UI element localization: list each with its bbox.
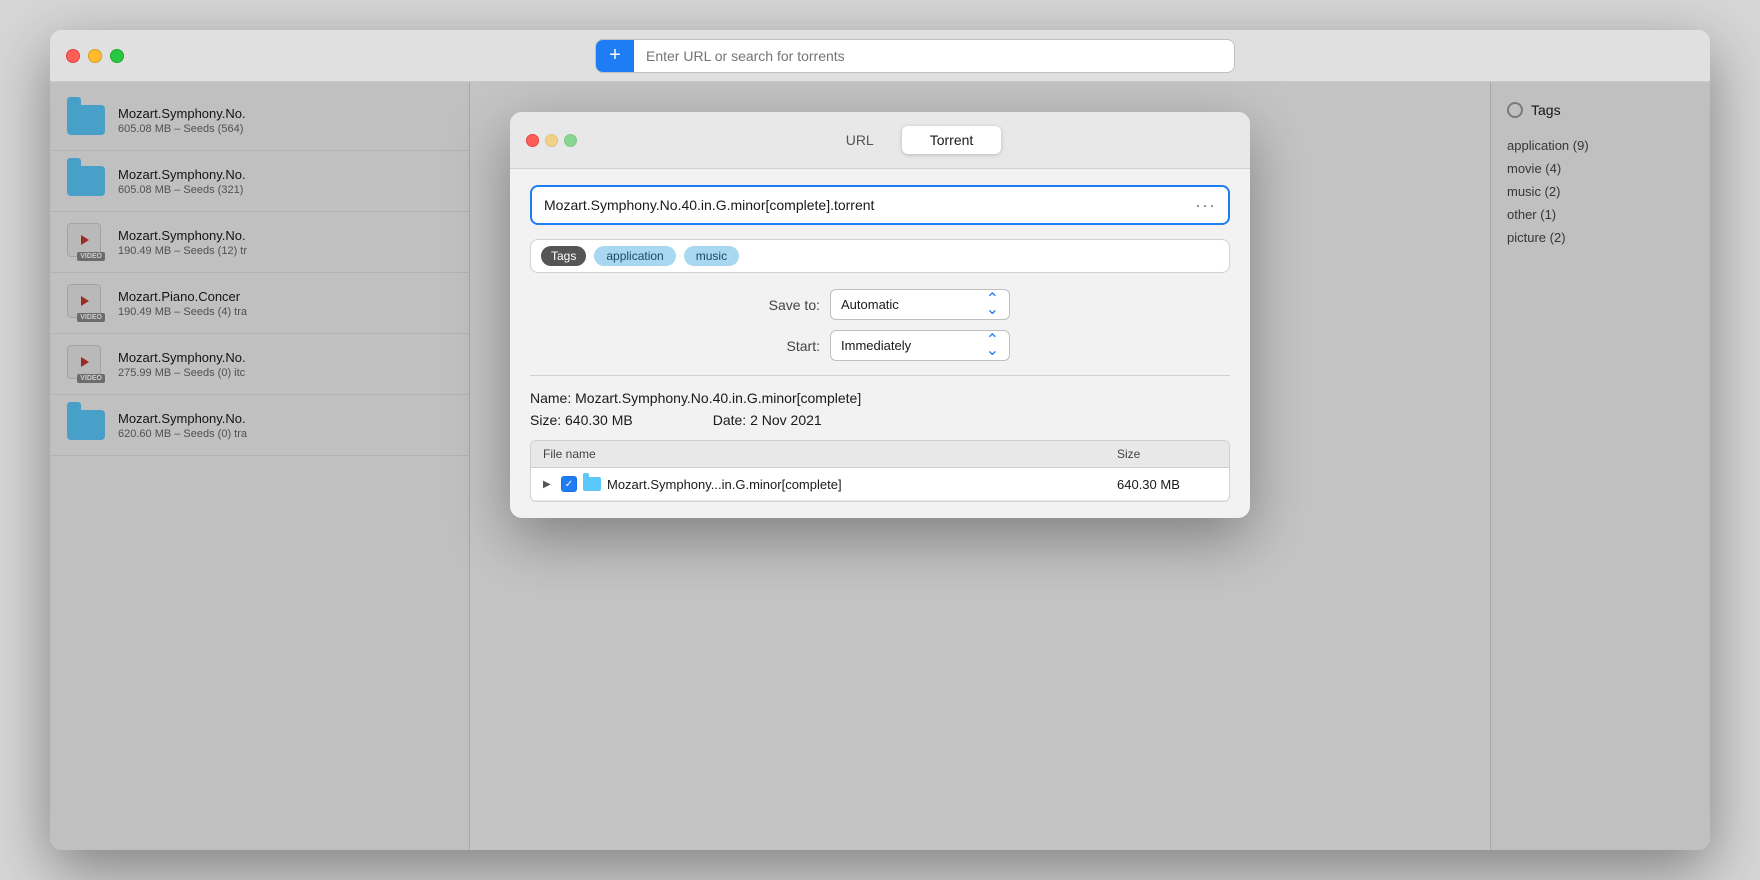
tab-url[interactable]: URL [818, 126, 902, 154]
file-table-header: File name Size [531, 441, 1229, 468]
modal-close-button[interactable] [526, 134, 539, 147]
save-to-label: Save to: [750, 297, 820, 313]
file-name: Mozart.Symphony...in.G.minor[complete] [607, 477, 1111, 492]
expand-icon[interactable]: ▶ [543, 479, 555, 490]
col-file-name: File name [543, 447, 1117, 461]
name-label-text: Name: [530, 390, 575, 406]
modal-traffic-lights [526, 134, 577, 147]
file-checkbox[interactable]: ✓ [561, 476, 577, 492]
more-options-button[interactable]: ··· [1191, 195, 1220, 216]
search-bar: + [595, 39, 1235, 73]
save-to-row: Save to: Automatic ⌃⌄ [530, 289, 1230, 320]
col-size: Size [1117, 447, 1217, 461]
modal-body: ··· Tags application music Save to: Auto… [510, 169, 1250, 518]
start-select[interactable]: Immediately ⌃⌄ [830, 330, 1010, 361]
main-content: Mozart.Symphony.No. 605.08 MB – Seeds (5… [50, 82, 1710, 850]
torrent-info-section: Name: Mozart.Symphony.No.40.in.G.minor[c… [530, 390, 1230, 428]
tab-torrent[interactable]: Torrent [902, 126, 1002, 154]
size-info: Size: 640.30 MB [530, 412, 633, 428]
name-value-text: Mozart.Symphony.No.40.in.G.minor[complet… [575, 390, 861, 406]
checkmark-icon: ✓ [565, 479, 573, 490]
search-input[interactable] [634, 48, 1234, 64]
search-bar-container: + [136, 39, 1694, 73]
modal-minimize-button[interactable] [545, 134, 558, 147]
tag-pill-application[interactable]: application [594, 246, 675, 266]
divider [530, 375, 1230, 376]
start-chevron-icon: ⌃⌄ [986, 336, 999, 355]
modal-titlebar: URL Torrent [510, 112, 1250, 169]
date-info: Date: 2 Nov 2021 [713, 412, 822, 428]
modal-tabs: URL Torrent [585, 126, 1234, 154]
table-row: ▶ ✓ Mozart.Symphony...in.G.minor[complet… [531, 468, 1229, 501]
start-label: Start: [750, 338, 820, 354]
file-table: File name Size ▶ ✓ Mozart.Symphony...in.… [530, 440, 1230, 502]
torrent-info-name: Name: Mozart.Symphony.No.40.in.G.minor[c… [530, 390, 1230, 406]
url-input[interactable] [540, 191, 1191, 219]
torrent-info-meta: Size: 640.30 MB Date: 2 Nov 2021 [530, 412, 1230, 428]
modal-overlay: URL Torrent ··· Tags application [50, 82, 1710, 850]
file-size: 640.30 MB [1117, 477, 1217, 492]
app-window: + Mozart.Symphony.No. 605.08 MB – Seeds … [50, 30, 1710, 850]
save-to-select[interactable]: Automatic ⌃⌄ [830, 289, 1010, 320]
tag-pill-music[interactable]: music [684, 246, 739, 266]
maximize-button[interactable] [110, 49, 124, 63]
title-bar: + [50, 30, 1710, 82]
start-row: Start: Immediately ⌃⌄ [530, 330, 1230, 361]
save-to-value: Automatic [841, 297, 978, 312]
add-torrent-button[interactable]: + [596, 39, 634, 73]
save-to-chevron-icon: ⌃⌄ [986, 295, 999, 314]
modal-maximize-button[interactable] [564, 134, 577, 147]
minimize-button[interactable] [88, 49, 102, 63]
file-folder-icon [583, 477, 601, 491]
close-button[interactable] [66, 49, 80, 63]
url-input-row: ··· [530, 185, 1230, 225]
tags-badge: Tags [541, 246, 586, 266]
tags-row: Tags application music [530, 239, 1230, 273]
modal-dialog: URL Torrent ··· Tags application [510, 112, 1250, 518]
traffic-lights [66, 49, 124, 63]
start-value: Immediately [841, 338, 978, 353]
